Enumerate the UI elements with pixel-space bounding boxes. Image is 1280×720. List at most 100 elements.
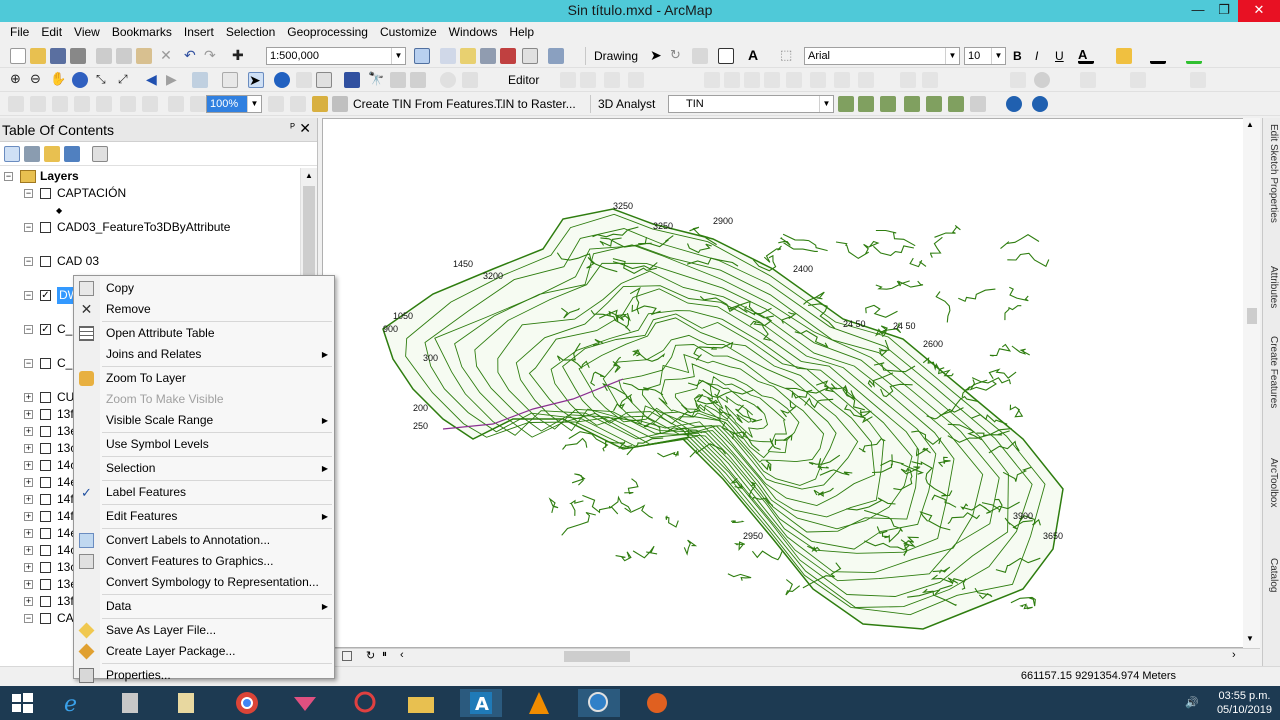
collapse-icon[interactable]: − xyxy=(24,291,33,300)
menu-item-joins-and-relates[interactable]: Joins and Relates ▶ xyxy=(74,344,334,365)
expand-icon[interactable]: + xyxy=(24,427,33,436)
menu-item-save-as-layer-file[interactable]: Save As Layer File... xyxy=(74,620,334,641)
expand-icon[interactable]: + xyxy=(24,461,33,470)
snipping-tool-icon[interactable] xyxy=(344,689,386,717)
edit-vertices-icon[interactable] xyxy=(704,72,720,88)
search-window-icon[interactable] xyxy=(480,48,496,64)
close-button[interactable]: ✕ xyxy=(1238,0,1280,22)
app-icon-2[interactable] xyxy=(636,689,678,717)
create-profile-graph-icon[interactable] xyxy=(190,96,206,112)
identify-icon[interactable] xyxy=(274,72,290,88)
rectangle-icon[interactable] xyxy=(718,48,734,64)
zoom-combo[interactable]: 100% ▼ xyxy=(206,95,262,113)
paste-icon[interactable] xyxy=(136,48,152,64)
steepest-path-icon[interactable] xyxy=(52,96,68,112)
network-icon[interactable] xyxy=(1080,72,1096,88)
tin-tool-icon[interactable] xyxy=(8,96,24,112)
vlc-icon[interactable] xyxy=(518,689,560,717)
menu-item-visible-scale-range[interactable]: Visible Scale Range ▶ xyxy=(74,410,334,431)
print-icon[interactable] xyxy=(70,48,86,64)
layer-visibility-checkbox[interactable] xyxy=(40,511,51,522)
layer-visibility-checkbox[interactable]: ✓ xyxy=(40,324,51,335)
interpolate-point-icon[interactable] xyxy=(120,96,136,112)
cut-polygons-icon[interactable] xyxy=(744,72,760,88)
font-size-combo[interactable]: 10 ▼ xyxy=(964,47,1006,65)
menu-item-open-attribute-table[interactable]: Open Attribute Table xyxy=(74,323,334,344)
collapse-icon[interactable]: − xyxy=(24,223,33,232)
scroll-left-icon[interactable]: ‹ xyxy=(400,649,404,661)
layer-visibility-checkbox[interactable] xyxy=(40,443,51,454)
drawing-menu[interactable]: Drawing xyxy=(594,48,638,64)
scroll-right-icon[interactable]: › xyxy=(1232,649,1236,661)
layer-visibility-checkbox[interactable] xyxy=(40,460,51,471)
3d-view-icon[interactable] xyxy=(948,96,964,112)
layer-visibility-checkbox[interactable] xyxy=(40,392,51,403)
interpolate-polygon-icon[interactable] xyxy=(168,96,184,112)
edit-vertices-icon[interactable]: ⬚ xyxy=(780,48,796,64)
contour-icon[interactable] xyxy=(74,96,90,112)
undo-icon[interactable]: ↶ xyxy=(184,48,200,64)
line-color-icon[interactable] xyxy=(1150,48,1166,64)
line-of-sight-icon[interactable] xyxy=(96,96,112,112)
select-features-icon[interactable] xyxy=(192,72,208,88)
globe-icon[interactable] xyxy=(1034,72,1050,88)
layer-visibility-checkbox[interactable] xyxy=(40,426,51,437)
font-color-icon[interactable]: A xyxy=(1078,48,1094,64)
refresh-icon[interactable]: ↻ xyxy=(366,649,375,662)
menu-item-zoom-to-layer[interactable]: Zoom To Layer xyxy=(74,368,334,389)
back-extent-icon[interactable]: ◀ xyxy=(146,72,162,88)
layer-visibility-checkbox[interactable] xyxy=(40,256,51,267)
scroll-thumb[interactable] xyxy=(1247,308,1257,324)
font-combo[interactable]: Arial ▼ xyxy=(804,47,960,65)
edit-tool-icon[interactable] xyxy=(560,72,576,88)
tool-icon[interactable] xyxy=(332,96,348,112)
dock-tab-edit-sketch[interactable]: Edit Sketch Properties xyxy=(1265,124,1279,223)
expand-icon[interactable]: + xyxy=(24,529,33,538)
expand-icon[interactable]: + xyxy=(24,410,33,419)
redo-icon[interactable]: ↷ xyxy=(204,48,220,64)
menu-customize[interactable]: Customize xyxy=(374,22,443,43)
list-by-source-icon[interactable] xyxy=(24,146,40,162)
fixed-zoom-in-icon[interactable]: ⤡ xyxy=(96,72,112,88)
expand-icon[interactable]: + xyxy=(24,512,33,521)
copy-tool-icon[interactable] xyxy=(116,48,132,64)
layer-visibility-checkbox[interactable] xyxy=(40,358,51,369)
arcmap-icon[interactable] xyxy=(578,689,620,717)
add-data-icon[interactable]: ✚ xyxy=(232,48,248,64)
internet-explorer-icon[interactable]: e xyxy=(52,689,94,717)
collapse-icon[interactable]: − xyxy=(24,614,33,623)
steepest-path-tool-icon[interactable] xyxy=(858,96,874,112)
calculator-icon[interactable] xyxy=(110,689,152,717)
menu-item-edit-features[interactable]: Edit Features ▶ xyxy=(74,506,334,527)
zoom-in-icon[interactable]: ⊕ xyxy=(10,72,26,88)
toc-window-icon[interactable] xyxy=(440,48,456,64)
layout-tool-icon[interactable] xyxy=(1130,72,1146,88)
volume-icon[interactable]: 🔊 xyxy=(1185,696,1199,709)
menu-file[interactable]: File xyxy=(4,22,35,43)
menu-item-convert-features-to-graphics[interactable]: Convert Features to Graphics... xyxy=(74,551,334,572)
layer-visibility-checkbox[interactable] xyxy=(40,545,51,556)
menu-geoprocessing[interactable]: Geoprocessing xyxy=(281,22,374,43)
expand-icon[interactable]: + xyxy=(24,478,33,487)
layer-visibility-checkbox[interactable] xyxy=(40,562,51,573)
dock-tab-catalog[interactable]: Catalog xyxy=(1265,558,1279,592)
measure-icon[interactable] xyxy=(344,72,360,88)
layer-visibility-checkbox[interactable] xyxy=(40,188,51,199)
layout-view-icon[interactable] xyxy=(342,651,352,661)
layer-visibility-checkbox[interactable] xyxy=(40,409,51,420)
cut-icon[interactable] xyxy=(96,48,112,64)
collapse-icon[interactable]: − xyxy=(24,359,33,368)
zoom-out-icon[interactable]: ⊖ xyxy=(30,72,46,88)
menu-help[interactable]: Help xyxy=(503,22,540,43)
menu-windows[interactable]: Windows xyxy=(443,22,504,43)
menu-item-convert-labels-to-annotation[interactable]: Convert Labels to Annotation... xyxy=(74,530,334,551)
endpoint-arc-icon[interactable] xyxy=(628,72,644,88)
layer-visibility-checkbox[interactable] xyxy=(40,494,51,505)
layer-visibility-checkbox[interactable] xyxy=(40,613,51,624)
menu-edit[interactable]: Edit xyxy=(35,22,68,43)
rotate-icon[interactable]: ↻ xyxy=(670,48,686,64)
fill-color-icon[interactable] xyxy=(1116,48,1132,64)
fixed-zoom-out-icon[interactable]: ⤢ xyxy=(118,72,134,88)
system-clock[interactable]: 03:55 p.m. 05/10/2019 xyxy=(1217,689,1272,717)
pause-icon[interactable]: ⏸ xyxy=(382,649,387,660)
